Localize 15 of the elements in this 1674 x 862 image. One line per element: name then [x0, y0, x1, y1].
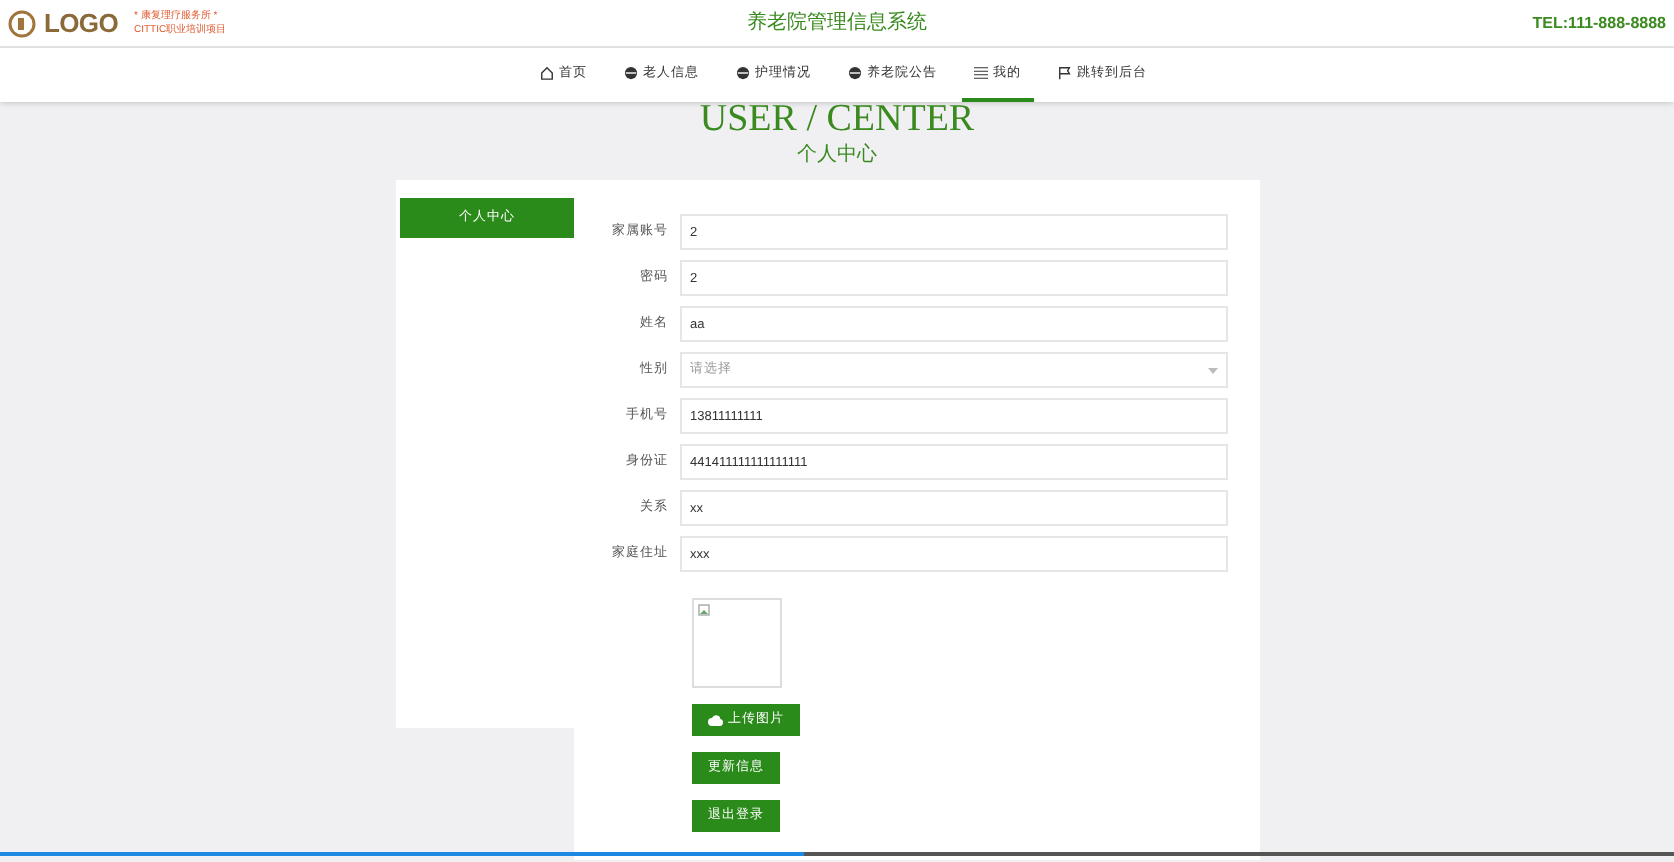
page-subtitle: 个人中心: [797, 142, 877, 170]
logo-icon: [8, 9, 36, 37]
list-icon: [973, 66, 987, 80]
page-heading: USER / CENTER: [699, 98, 975, 142]
flag-icon: [1057, 66, 1071, 80]
home-icon: [539, 66, 553, 80]
phone-text: TEL:111-888-8888: [1530, 11, 1666, 35]
logo-text: LOGO: [44, 5, 118, 42]
disc-icon: [623, 66, 637, 80]
dropdown-caret-icon: [1208, 367, 1218, 373]
cloud-upload-icon: [708, 714, 724, 726]
disc-icon: [735, 66, 749, 80]
disc-icon: [847, 66, 861, 80]
broken-image-icon: [698, 604, 710, 616]
site-title: 养老院管理信息系统: [747, 9, 927, 38]
